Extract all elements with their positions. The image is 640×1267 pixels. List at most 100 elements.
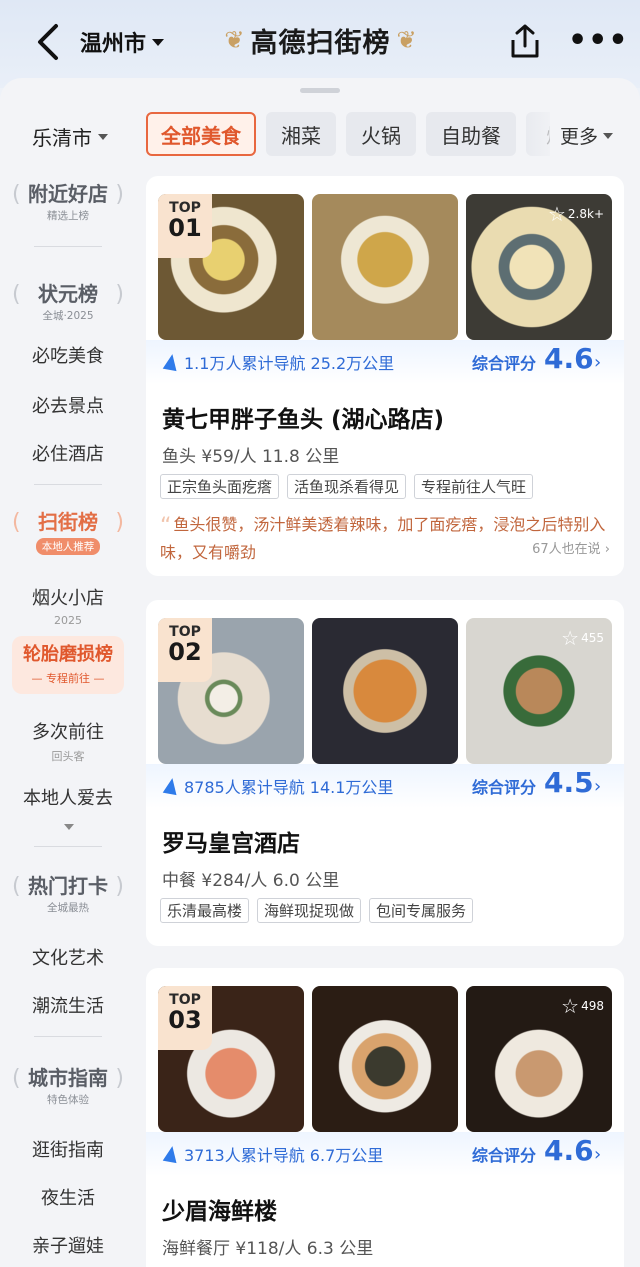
laurel-right-icon: ❦: [396, 26, 417, 54]
restaurant-name[interactable]: 罗马皇宫酒店: [162, 824, 300, 858]
drag-handle[interactable]: [300, 88, 340, 93]
food-photo[interactable]: TOP 02: [158, 618, 304, 764]
food-photo[interactable]: [312, 986, 458, 1132]
divider: [34, 1036, 102, 1037]
sidebar-street-sweep[interactable]: ( 扫街榜 本地人推荐 ): [12, 506, 124, 555]
restaurant-name[interactable]: 少眉海鲜楼: [162, 1192, 277, 1226]
brand-title: ❦ 高德扫街榜 ❦: [218, 20, 423, 60]
restaurant-info: 海鲜餐厅 ¥118/人 6.3 公里: [162, 1239, 374, 1259]
restaurant-card[interactable]: TOP 02 ☆ 455 8785人累计导航 14.1万公里 综合评分 4.5 …: [146, 600, 624, 946]
food-photo[interactable]: [312, 618, 458, 764]
food-photo[interactable]: TOP 03: [158, 986, 304, 1132]
feature-tag: 海鲜现捉现做: [257, 898, 362, 923]
sidebar-item-nightlife[interactable]: 夜生活: [0, 1184, 136, 1210]
sidebar-item-trendy-life[interactable]: 潮流生活: [0, 992, 136, 1018]
food-photo[interactable]: [312, 194, 458, 340]
expand-chevron-icon[interactable]: [64, 824, 74, 830]
sidebar-item-must-stay[interactable]: 必住酒店: [0, 440, 136, 466]
sidebar-badge-sub: 全城·2025: [42, 310, 94, 322]
food-photo[interactable]: TOP 01: [158, 194, 304, 340]
favorite-button[interactable]: ☆ 455: [561, 626, 604, 650]
chip-all-food[interactable]: 全部美食: [146, 112, 256, 156]
navigation-stats-text: 8785人累计导航 14.1万公里: [184, 778, 394, 797]
sidebar-hot-checkin[interactable]: ( 热门打卡 全城最热 ): [12, 870, 124, 915]
score-label: 综合评分: [472, 778, 537, 797]
laurel-icon: (: [12, 182, 21, 207]
sidebar-nearby-good[interactable]: ( 附近好店 精选上榜 ): [12, 178, 124, 223]
chip-hunan[interactable]: 湘菜: [266, 112, 336, 156]
more-menu-icon[interactable]: •••: [568, 26, 629, 56]
sidebar-city-guide[interactable]: ( 城市指南 特色体验 ): [12, 1062, 124, 1107]
sidebar-item-must-eat[interactable]: 必吃美食: [0, 342, 136, 368]
restaurant-card[interactable]: TOP 01 ☆ 2.8k+ 1.1万人累计导航 25.2万公里 综合评分 4.…: [146, 176, 624, 576]
sidebar-item-must-visit[interactable]: 必去景点: [0, 392, 136, 418]
favorite-count: 498: [581, 999, 604, 1013]
sidebar-item-local-eats[interactable]: 烟火小店 2025: [0, 584, 136, 627]
card-meta-row: 1.1万人累计导航 25.2万公里 综合评分 4.6 ›: [146, 340, 624, 384]
divider: [34, 484, 102, 485]
chip-hotpot[interactable]: 火锅: [346, 112, 416, 156]
restaurant-info: 中餐 ¥284/人 6.0 公里: [162, 871, 340, 891]
chevron-right-icon[interactable]: ›: [594, 352, 601, 373]
favorite-button[interactable]: ☆ 2.8k+: [548, 202, 604, 226]
laurel-icon: (: [12, 1066, 21, 1091]
city-selector[interactable]: 温州市: [80, 26, 165, 58]
rank-number: 01: [168, 214, 202, 242]
feature-tag: 专程前往人气旺: [414, 474, 534, 499]
sidebar-badge-title: 扫街榜: [38, 510, 98, 534]
sidebar-item-label: 烟火小店: [32, 588, 104, 609]
share-icon[interactable]: [506, 22, 544, 62]
sidebar-item-tire-wear[interactable]: 轮胎磨损榜 — 专程前往 —: [12, 636, 124, 694]
sidebar-item-sub: 2025: [54, 614, 82, 627]
sidebar-item-culture-art[interactable]: 文化艺术: [0, 944, 136, 970]
sidebar-champion[interactable]: ( 状元榜 全城·2025 ): [12, 278, 124, 323]
rank-badge: TOP 03: [158, 986, 212, 1050]
also-saying-text: 67人也在说: [532, 542, 601, 557]
sidebar-item-label: 多次前往: [32, 722, 104, 743]
navigation-stats: 3713人累计导航 6.7万公里: [162, 1142, 383, 1166]
sidebar-badge-title: 城市指南: [28, 1066, 108, 1090]
also-saying[interactable]: 67人也在说 ›: [532, 538, 610, 557]
top-bar: 温州市 ❦ 高德扫街榜 ❦ •••: [0, 0, 640, 88]
divider: [34, 846, 102, 847]
laurel-icon: ): [115, 182, 124, 207]
sidebar-badge-sub: 全城最热: [47, 902, 89, 914]
restaurant-name[interactable]: 黄七甲胖子鱼头 (湖心路店): [162, 400, 444, 434]
sidebar-item-repeat-visit[interactable]: 多次前往 回头客: [0, 718, 136, 764]
sidebar-badge-title: 热门打卡: [28, 874, 108, 898]
sidebar-item-locals-love[interactable]: 本地人爱去: [0, 784, 136, 810]
back-arrow-icon[interactable]: [32, 22, 66, 62]
tag-list: 正宗鱼头面疙瘩 活鱼现杀看得见 专程前往人气旺: [160, 474, 534, 499]
feature-tag: 包间专属服务: [369, 898, 474, 923]
sidebar-item-shopping-guide[interactable]: 逛街指南: [0, 1136, 136, 1162]
more-filter-button[interactable]: 更多: [560, 122, 614, 149]
star-outline-icon: ☆: [547, 202, 566, 226]
chevron-right-icon[interactable]: ›: [594, 1144, 601, 1165]
photo-strip: TOP 01 ☆ 2.8k+: [158, 194, 612, 340]
city-label: 温州市: [80, 32, 147, 57]
food-photo[interactable]: ☆ 455: [466, 618, 612, 764]
chip-buffet[interactable]: 自助餐: [426, 112, 516, 156]
sidebar-badge-sub: 精选上榜: [47, 210, 89, 222]
photo-strip: TOP 03 ☆ 498: [158, 986, 612, 1132]
favorite-count: 455: [581, 631, 604, 645]
food-photo[interactable]: ☆ 498: [466, 986, 612, 1132]
laurel-icon: (: [12, 282, 21, 307]
district-selector[interactable]: 乐清市: [32, 122, 108, 151]
chip-fade: [520, 108, 560, 160]
sidebar-item-sub: 回头客: [51, 750, 85, 763]
district-label: 乐清市: [32, 126, 92, 150]
star-outline-icon: ☆: [561, 994, 580, 1018]
food-photo[interactable]: ☆ 2.8k+: [466, 194, 612, 340]
navigation-stats: 8785人累计导航 14.1万公里: [162, 774, 394, 798]
sidebar-badge-title: 附近好店: [28, 182, 108, 206]
chevron-right-icon[interactable]: ›: [594, 776, 601, 797]
feature-tag: 乐清最高楼: [160, 898, 250, 923]
favorite-button[interactable]: ☆ 498: [561, 994, 604, 1018]
laurel-icon: ): [115, 1066, 124, 1091]
rank-badge: TOP 02: [158, 618, 212, 682]
tag-list: 乐清最高楼 海鲜现捉现做 包间专属服务: [160, 898, 474, 923]
sidebar-item-family[interactable]: 亲子遛娃: [0, 1232, 136, 1258]
restaurant-card[interactable]: TOP 03 ☆ 498 3713人累计导航 6.7万公里 综合评分 4.6 ›…: [146, 968, 624, 1267]
caret-down-icon: [98, 133, 108, 140]
